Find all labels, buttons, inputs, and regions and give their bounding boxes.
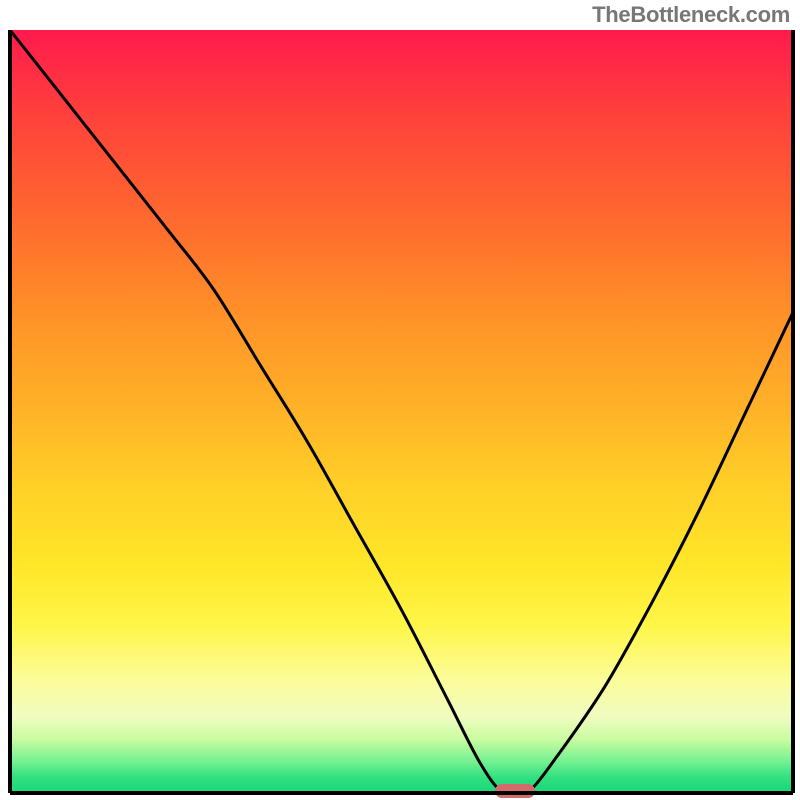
watermark-text: TheBottleneck.com <box>592 2 790 28</box>
plot-area <box>10 30 793 793</box>
bottleneck-curve <box>10 30 793 793</box>
y-axis-right <box>791 30 795 793</box>
y-axis-left <box>8 30 12 793</box>
chart-container: TheBottleneck.com <box>0 0 800 800</box>
x-axis <box>10 791 793 795</box>
